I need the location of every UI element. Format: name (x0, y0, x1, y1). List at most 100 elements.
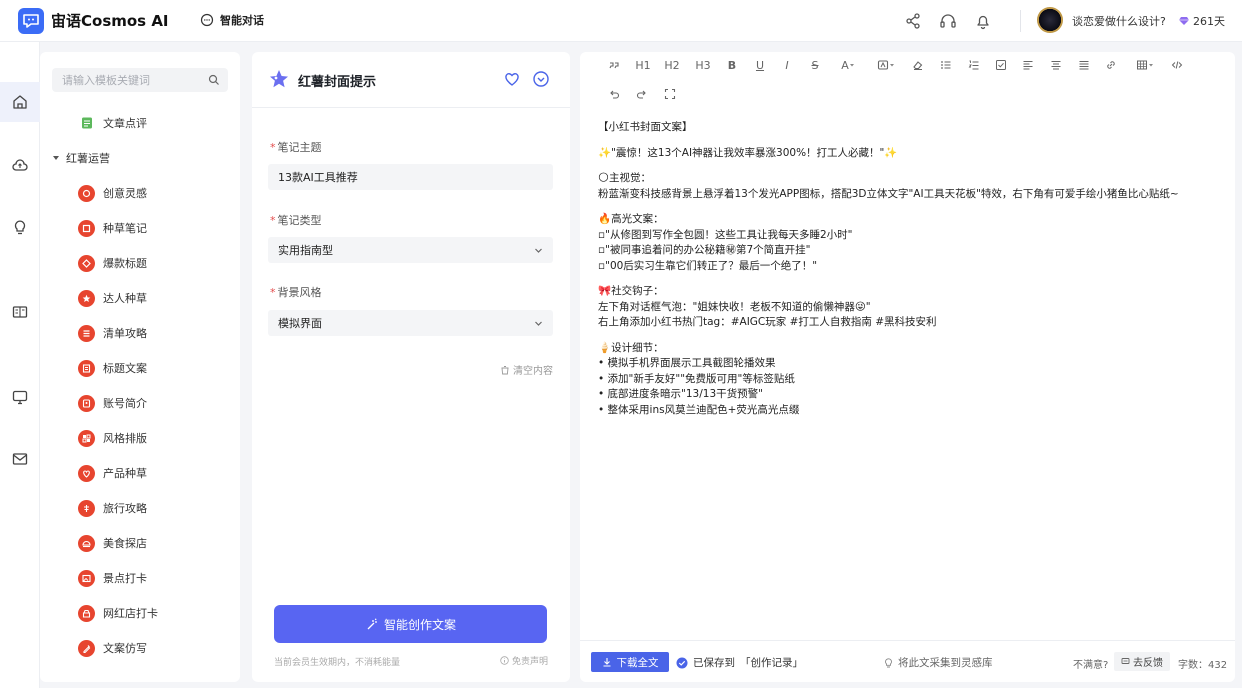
underline-button[interactable]: U (750, 55, 770, 75)
word-count: 字数：432 (1178, 660, 1228, 671)
tab-smart-chat-label: 智能对话 (220, 14, 264, 27)
template-item[interactable]: 标题文案 (78, 357, 147, 379)
heart-icon[interactable] (503, 70, 521, 88)
template-icon (78, 604, 95, 622)
template-item-label: 清单攻略 (103, 327, 147, 340)
template-item[interactable]: 清单攻略 (78, 322, 147, 344)
template-item-label: 美食探店 (103, 537, 147, 550)
type-value: 实用指南型 (278, 244, 333, 257)
task-list-button[interactable] (991, 55, 1011, 75)
font-color-button[interactable]: A (835, 55, 861, 75)
topic-label-text: 笔记主题 (277, 141, 322, 154)
icon-rail (0, 42, 40, 688)
font-color-label: A (841, 58, 849, 72)
template-icon (78, 324, 95, 342)
content-line: ▫"被同事追着问的办公秘籍㊙第7个简直开挂" (598, 244, 811, 256)
search-icon[interactable] (208, 74, 220, 86)
share-icon[interactable] (903, 11, 923, 31)
italic-button[interactable]: I (777, 55, 797, 75)
template-item[interactable]: 账号简介 (78, 392, 147, 414)
template-item[interactable]: 风格排版 (78, 427, 147, 449)
chevron-down-circle-icon[interactable] (532, 70, 550, 88)
content-paragraph: 🔥高光文案： ▫"从修图到写作全包圆！这些工具让我每天多睡2小时" ▫"被同事追… (598, 212, 1218, 274)
content-line: • 模拟手机界面展示工具截图轮播效果 (598, 357, 776, 369)
redo-button[interactable] (632, 84, 652, 104)
feedback-button[interactable]: 去反馈 (1114, 652, 1170, 671)
template-item[interactable]: 产品种草 (78, 462, 147, 484)
user-name[interactable]: 谈恋爱做什么设计? (1072, 13, 1166, 29)
content-line: ▫"从修图到写作全包圆！这些工具让我每天多睡2小时" (598, 228, 853, 241)
template-item[interactable]: 美食探店 (78, 532, 147, 554)
bullet-list-icon (941, 61, 951, 69)
table-button[interactable] (1132, 55, 1158, 75)
bold-button[interactable]: B (722, 55, 742, 75)
template-item-article-review[interactable]: 文章点评 (78, 112, 147, 134)
template-item-label: 种草笔记 (103, 222, 147, 235)
template-item[interactable]: 创意灵感 (78, 182, 147, 204)
template-item[interactable]: 文案仿写 (78, 637, 147, 659)
rail-inspiration[interactable] (0, 207, 40, 247)
bullet-list-button[interactable] (936, 55, 956, 75)
tab-smart-chat[interactable]: 智能对话 (200, 10, 264, 30)
template-item[interactable]: 达人种草 (78, 287, 147, 309)
content-line: • 底部进度条暗示"13/13干货预警" (598, 388, 763, 400)
template-item-label: 标题文案 (103, 362, 147, 375)
align-justify-button[interactable] (1074, 55, 1094, 75)
undo-button[interactable] (604, 84, 624, 104)
fullscreen-button[interactable] (660, 84, 680, 104)
code-icon (1171, 61, 1183, 69)
align-left-button[interactable] (1018, 55, 1038, 75)
link-button[interactable] (1101, 55, 1121, 75)
bell-icon[interactable] (973, 11, 993, 31)
template-item[interactable]: 爆款标题 (78, 252, 147, 274)
rail-cloud[interactable] (0, 145, 40, 185)
saved-target-link[interactable]: 「创作记录」 (740, 655, 803, 670)
type-select[interactable]: 实用指南型 (268, 237, 553, 263)
download-all-button[interactable]: 下载全文 (591, 652, 669, 672)
template-item[interactable]: 种草笔记 (78, 217, 147, 239)
headset-icon[interactable] (938, 11, 958, 31)
avatar[interactable] (1037, 7, 1063, 33)
highlight-button[interactable] (873, 55, 899, 75)
align-center-button[interactable] (1046, 55, 1066, 75)
unsatisfied-label: 不满意? (1073, 660, 1109, 671)
membership-days-value: 261天 (1193, 15, 1225, 28)
top-bar: 宙语Cosmos AI 智能对话 谈恋爱做什么设计? 261天 (0, 0, 1242, 42)
align-left-icon (1023, 61, 1033, 70)
template-search-input[interactable] (52, 68, 202, 92)
strikethrough-button[interactable]: S (805, 55, 825, 75)
table-icon (1137, 60, 1147, 70)
disclaimer-link[interactable]: 免责声明 (500, 654, 548, 667)
rail-home[interactable] (0, 82, 40, 122)
clear-content-label: 清空内容 (513, 366, 553, 377)
rail-screen[interactable] (0, 377, 40, 417)
generate-copy-button[interactable]: 智能创作文案 (274, 605, 547, 643)
editor-content[interactable]: 【小红书封面文案】 ✨"震惊！这13个AI神器让我效率暴涨300%！打工人必藏！… (598, 120, 1218, 428)
style-label-text: 背景风格 (277, 286, 322, 299)
template-item-label: 爆款标题 (103, 257, 147, 270)
type-label-text: 笔记类型 (277, 214, 322, 227)
template-item[interactable]: 网红店打卡 (78, 602, 158, 624)
topic-input[interactable]: 13款AI工具推荐 (268, 164, 553, 190)
clear-content-button[interactable]: 清空内容 (500, 362, 553, 377)
ordered-list-button[interactable] (964, 55, 984, 75)
rail-messages[interactable] (0, 439, 40, 479)
template-icon (78, 359, 95, 377)
group-header-hongshu[interactable]: 红薯运营 (52, 149, 110, 167)
template-item[interactable]: 景点打卡 (78, 567, 147, 589)
membership-days[interactable]: 261天 (1178, 13, 1225, 29)
rail-library[interactable] (0, 292, 40, 332)
undo-icon (610, 90, 620, 99)
quote-button[interactable] (604, 55, 624, 75)
eraser-button[interactable] (908, 55, 928, 75)
logo[interactable] (18, 8, 44, 34)
style-value: 模拟界面 (278, 317, 322, 330)
style-select[interactable]: 模拟界面 (268, 310, 553, 336)
h1-button[interactable]: H1 (633, 55, 653, 75)
h2-button[interactable]: H2 (662, 55, 682, 75)
membership-note: 当前会员生效期内，不消耗能量 (274, 658, 401, 668)
collect-to-library-button[interactable]: 将此文采集到灵感库 (883, 655, 993, 670)
code-button[interactable] (1167, 55, 1187, 75)
template-item[interactable]: 旅行攻略 (78, 497, 147, 519)
h3-button[interactable]: H3 (693, 55, 713, 75)
